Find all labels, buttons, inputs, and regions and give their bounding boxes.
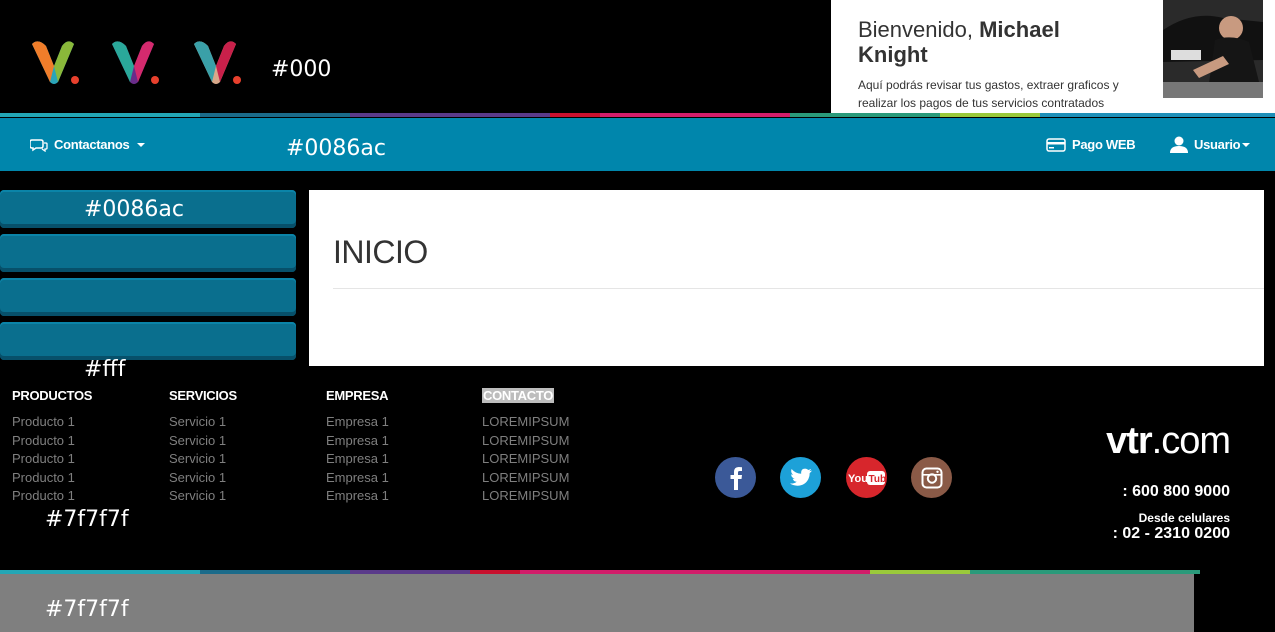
page-title: INICIO (333, 234, 428, 270)
top-color-stripe (0, 113, 1275, 117)
chevron-down-icon (1242, 142, 1251, 147)
welcome-greeting: Bienvenido, (858, 17, 973, 42)
footer-link[interactable]: Empresa 1 (326, 487, 389, 506)
twitter-icon[interactable] (780, 457, 821, 498)
footer-link[interactable]: Servicio 1 (169, 413, 226, 432)
user-label: Usuario (1194, 137, 1241, 152)
contact-menu[interactable]: Contactanos (30, 118, 146, 171)
main-content: INICIO (309, 190, 1264, 366)
footer-link[interactable]: Servicio 1 (169, 487, 226, 506)
vtr-logo-rest: .com (1151, 420, 1231, 462)
footer-link[interactable]: Producto 1 (12, 450, 75, 469)
footer-link[interactable]: LOREMIPSUM (482, 432, 569, 451)
footer-link[interactable]: Servicio 1 (169, 432, 226, 451)
welcome-title: Bienvenido, Michael Knight (858, 17, 1118, 67)
color-note-footer: #7f7f7f (45, 507, 129, 532)
side-menu-item-2[interactable] (0, 234, 296, 272)
footer-link[interactable]: Producto 1 (12, 487, 75, 506)
svg-text:Tube: Tube (868, 474, 886, 485)
footer-link[interactable]: Servicio 1 (169, 450, 226, 469)
brand-logo-3 (194, 41, 241, 84)
side-menu-item-3[interactable] (0, 278, 296, 316)
color-note-side: #0086ac (84, 197, 184, 222)
credit-card-icon (1046, 137, 1066, 152)
svg-text:You: You (848, 473, 868, 485)
color-note-header: #000 (271, 57, 332, 82)
pay-web-label: Pago WEB (1072, 137, 1136, 152)
welcome-panel: Bienvenido, Michael Knight Aquí podrás r… (831, 0, 1275, 113)
user-icon (1170, 136, 1188, 153)
contact-heading-label: CONTACTO (482, 388, 555, 403)
footer-heading-contacto: CONTACTO (482, 388, 555, 403)
color-note-navbar: #0086ac (286, 136, 386, 161)
youtube-icon[interactable]: You Tube (846, 457, 887, 498)
footer-link[interactable]: LOREMIPSUM (482, 413, 569, 432)
footer-link[interactable]: Servicio 1 (169, 469, 226, 488)
pay-web-link[interactable]: Pago WEB (1046, 118, 1136, 171)
footer-heading-empresa: EMPRESA (326, 388, 389, 403)
color-note-bottom: #7f7f7f (45, 597, 129, 622)
user-menu[interactable]: Usuario (1170, 118, 1251, 171)
footer-link[interactable]: Empresa 1 (326, 432, 389, 451)
header: #000 Bienvenido, Michael Knight Aquí pod… (0, 0, 1275, 113)
footer-link[interactable]: LOREMIPSUM (482, 450, 569, 469)
vtr-logo-bold: vtr (1106, 420, 1153, 462)
footer-link[interactable]: Producto 1 (12, 432, 75, 451)
footer-link[interactable]: LOREMIPSUM (482, 469, 569, 488)
footer-link[interactable]: Empresa 1 (326, 450, 389, 469)
footer-list-contacto: LOREMIPSUM LOREMIPSUM LOREMIPSUM LOREMIP… (482, 413, 569, 506)
user-photo (1163, 0, 1263, 98)
brand-logo-2 (112, 41, 159, 84)
footer-link[interactable]: Empresa 1 (326, 413, 389, 432)
chat-icon (30, 138, 48, 152)
title-divider (333, 288, 1264, 289)
phone-mobile: : 02 - 2310 0200 (1112, 525, 1230, 542)
footer-list-servicios: Servicio 1 Servicio 1 Servicio 1 Servici… (169, 413, 226, 506)
footer-link[interactable]: Producto 1 (12, 469, 75, 488)
bottom-bar (0, 574, 1194, 632)
side-menu-item-4[interactable] (0, 322, 296, 360)
brand-logo-1 (32, 41, 79, 84)
mobile-label: Desde celulares (1138, 511, 1230, 525)
vtr-logo: vtr.com (1106, 420, 1231, 463)
instagram-icon[interactable] (911, 457, 952, 498)
footer-list-empresa: Empresa 1 Empresa 1 Empresa 1 Empresa 1 … (326, 413, 389, 506)
facebook-icon[interactable] (715, 457, 756, 498)
footer-link[interactable]: Empresa 1 (326, 469, 389, 488)
footer-heading-productos: PRODUCTOS (12, 388, 93, 403)
footer-list-productos: Producto 1 Producto 1 Producto 1 Product… (12, 413, 75, 506)
footer-link[interactable]: Producto 1 (12, 413, 75, 432)
footer-heading-servicios: SERVICIOS (169, 388, 237, 403)
contact-label: Contactanos (54, 137, 130, 152)
avatar[interactable] (1163, 0, 1263, 98)
phone-main: : 600 800 9000 (1122, 483, 1230, 500)
welcome-text: Aquí podrás revisar tus gastos, extraer … (858, 78, 1119, 110)
color-note-content: #fff (84, 357, 126, 382)
navbar: Contactanos #0086ac Pago WEB Usuario (0, 118, 1275, 171)
chevron-down-icon (137, 142, 146, 147)
footer-link[interactable]: LOREMIPSUM (482, 487, 569, 506)
